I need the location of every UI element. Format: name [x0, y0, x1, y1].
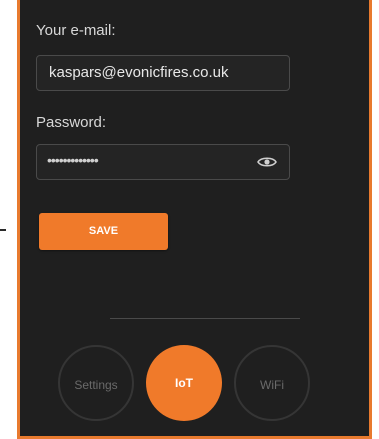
email-value: kaspars@evonicfires.co.uk: [49, 64, 229, 81]
edge-tick: [0, 229, 6, 231]
divider: [110, 318, 300, 319]
mode-settings-button[interactable]: Settings: [58, 345, 134, 421]
settings-panel: Your e-mail: kaspars@evonicfires.co.uk P…: [17, 0, 372, 439]
eye-icon[interactable]: [257, 155, 277, 169]
password-mask: •••••••••••••: [47, 152, 99, 168]
password-label: Password:: [36, 114, 107, 131]
mode-iot-button[interactable]: IoT: [146, 345, 222, 421]
password-field[interactable]: •••••••••••••: [36, 144, 290, 180]
save-button[interactable]: SAVE: [39, 213, 168, 250]
email-field[interactable]: kaspars@evonicfires.co.uk: [36, 55, 290, 91]
email-label: Your e-mail:: [36, 22, 116, 39]
mode-wifi-button[interactable]: WiFi: [234, 345, 310, 421]
